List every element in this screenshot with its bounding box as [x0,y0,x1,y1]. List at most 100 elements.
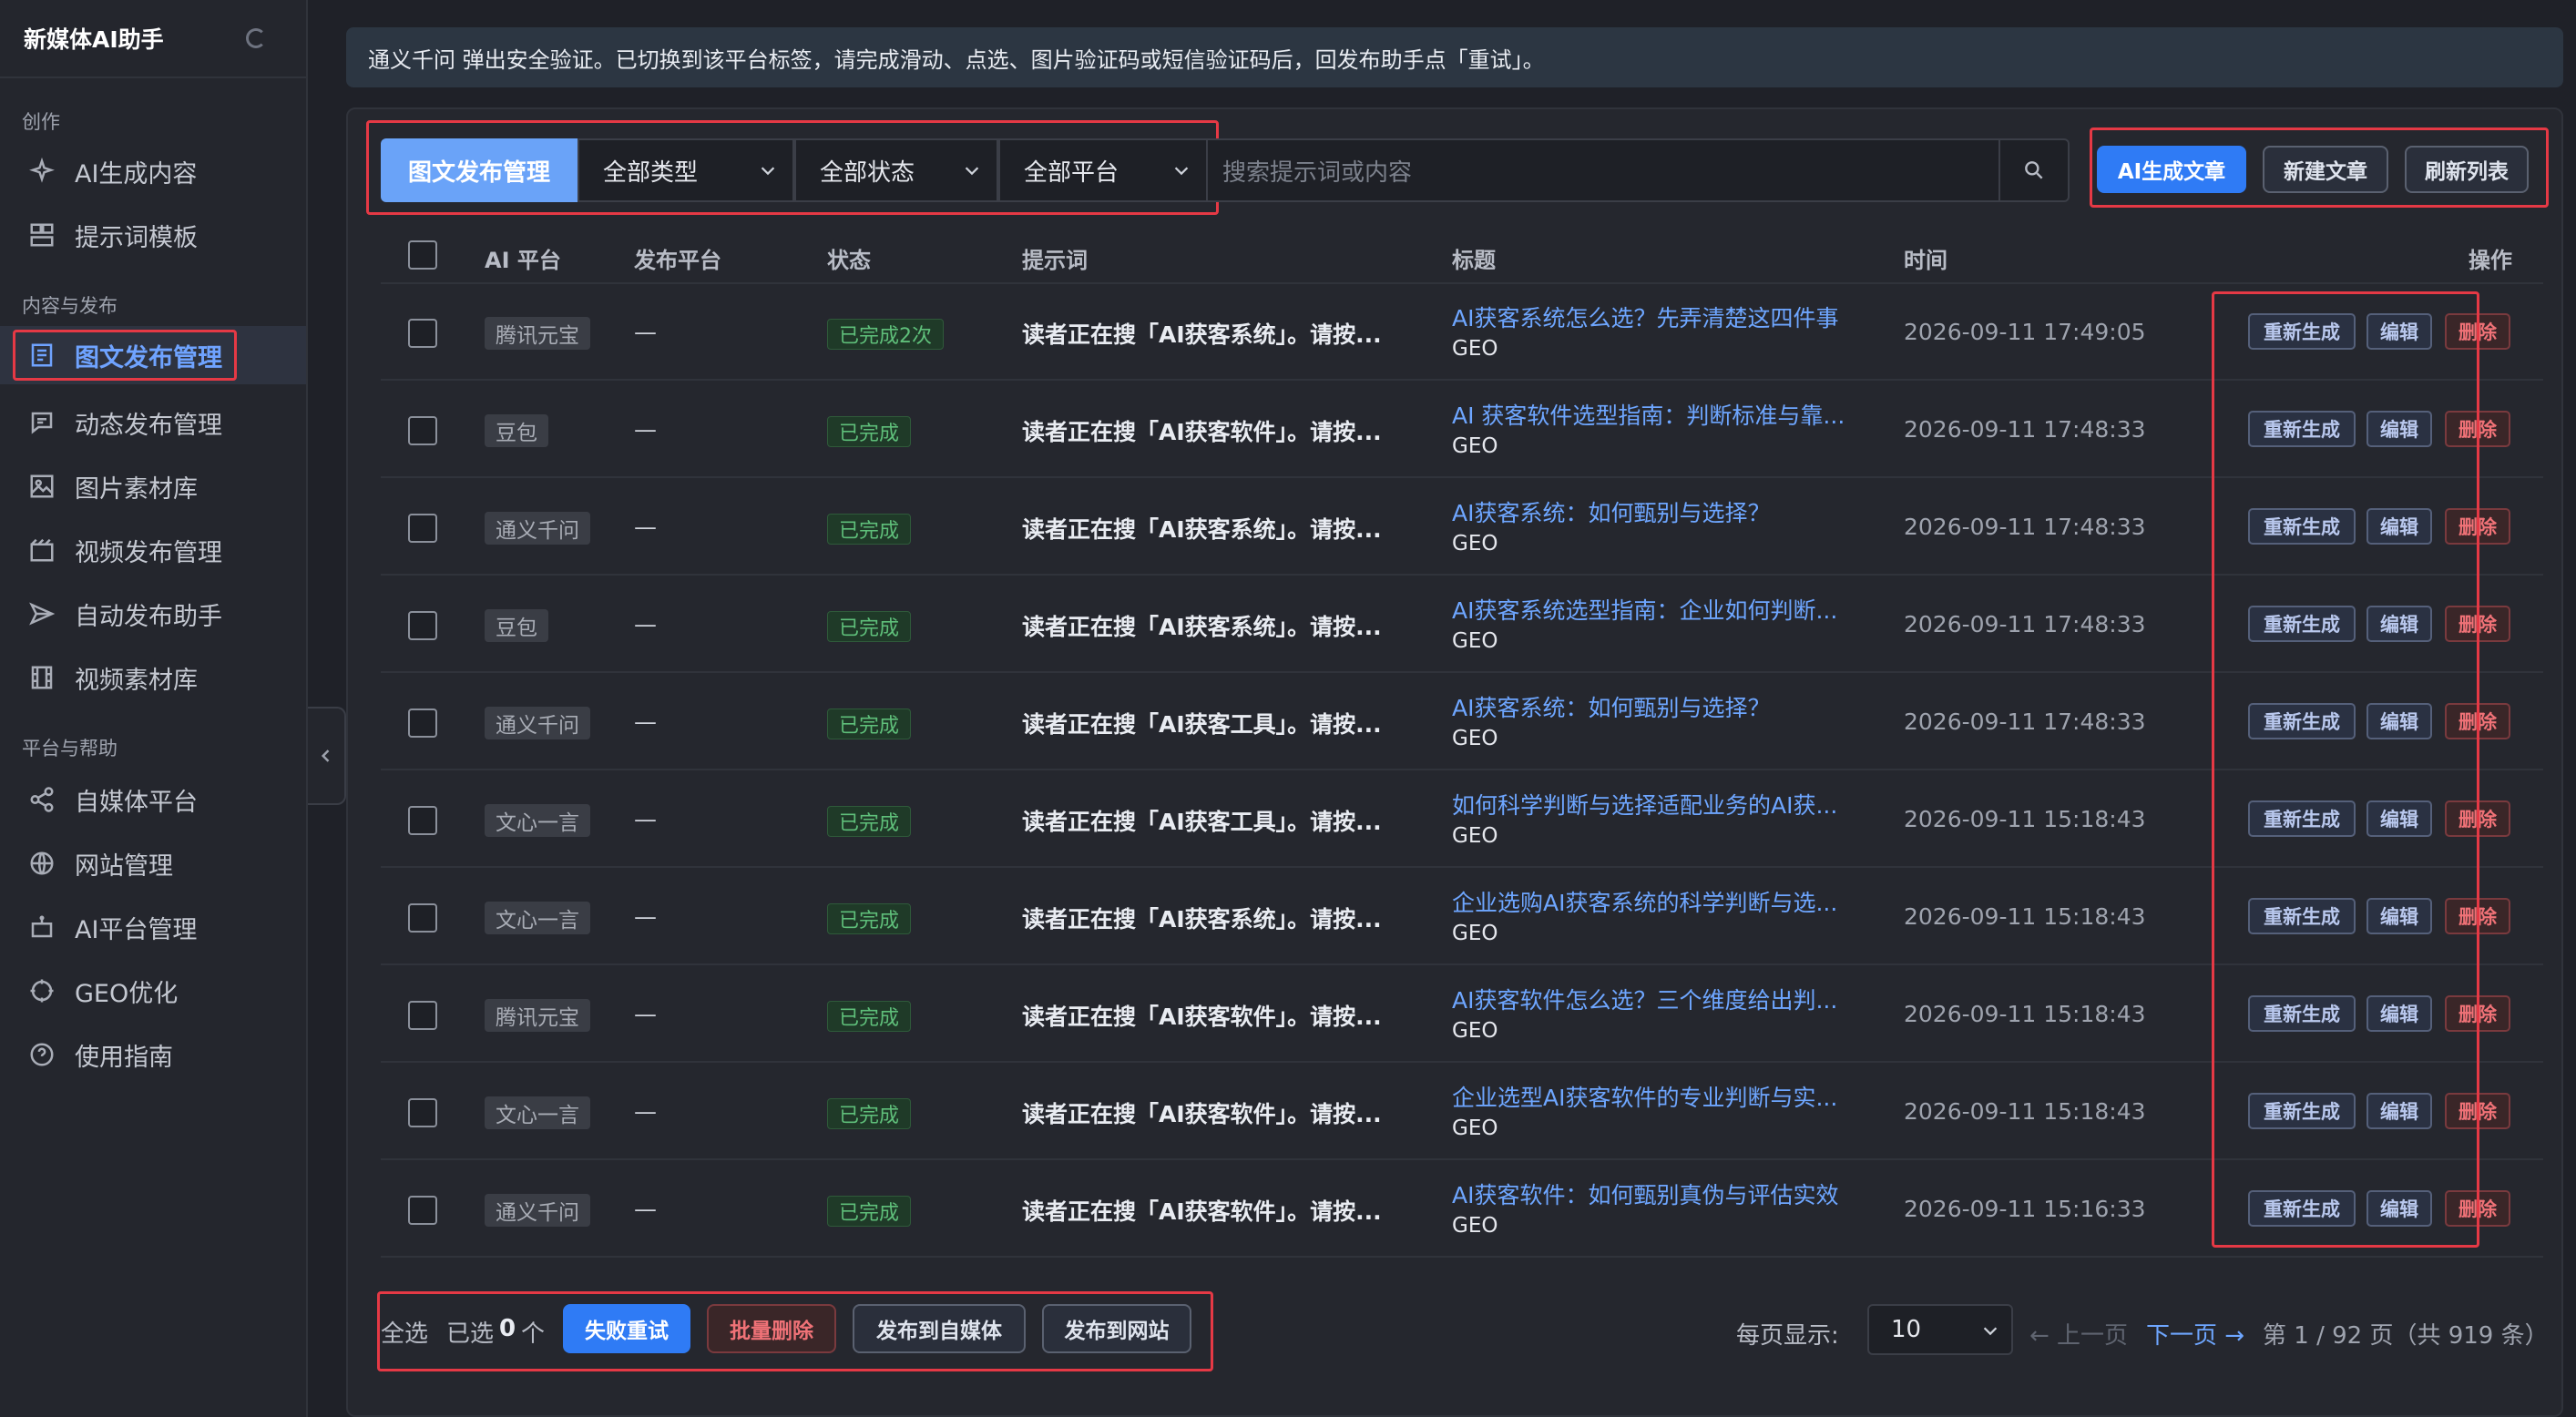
article-title-link[interactable]: AI获客系统：如何甄别与选择？ [1452,690,1770,723]
geo-tag: GEO [1452,629,1498,653]
article-title-link[interactable]: AI获客软件：如何甄别真伪与评估实效 [1452,1177,1838,1210]
delete-button[interactable]: 删除 [2445,313,2510,350]
delete-button[interactable]: 删除 [2445,508,2510,545]
geo-tag: GEO [1452,1019,1498,1043]
publish-to-site-button[interactable]: 发布到网站 [1042,1304,1191,1353]
prompt-cell: 读者正在搜「AI获客软件」。请按... [1022,1198,1382,1225]
per-page-select[interactable]: 10 [1867,1304,2013,1355]
status-select[interactable]: 全部状态 [794,138,998,202]
prev-page-button[interactable]: ← 上一页 [2029,1317,2128,1351]
article-title-link[interactable]: 如何科学判断与选择适配业务的AI获... [1452,788,1837,821]
batch-delete-button[interactable]: 批量删除 [707,1304,836,1353]
row-checkbox[interactable] [408,416,437,445]
select-all-checkbox[interactable] [408,240,437,270]
geo-tag: GEO [1452,1214,1498,1238]
regenerate-button[interactable]: 重新生成 [2248,1190,2356,1227]
edit-button[interactable]: 编辑 [2366,508,2432,545]
article-title-link[interactable]: AI获客软件怎么选？三个维度给出判... [1452,983,1837,1015]
regenerate-button[interactable]: 重新生成 [2248,995,2356,1032]
sidebar-item-video-publish[interactable]: 视频发布管理 [13,521,295,579]
prompt-cell: 读者正在搜「AI获客系统」。请按... [1022,614,1382,640]
edit-button[interactable]: 编辑 [2366,703,2432,739]
edit-button[interactable]: 编辑 [2366,313,2432,350]
sidebar-item-ai-platform[interactable]: AI平台管理 [13,898,295,956]
publish-to-media-button[interactable]: 发布到自媒体 [853,1304,1026,1353]
edit-button[interactable]: 编辑 [2366,1093,2432,1129]
row-checkbox[interactable] [408,708,437,738]
delete-button[interactable]: 删除 [2445,1093,2510,1129]
delete-button[interactable]: 删除 [2445,411,2510,447]
sidebar-item-ai-generate[interactable]: AI生成内容 [13,142,295,200]
notice-text: 通义千问 弹出安全验证。已切换到该平台标签，请完成滑动、点选、图片验证码或短信验… [368,46,1545,73]
delete-button[interactable]: 删除 [2445,703,2510,739]
edit-button[interactable]: 编辑 [2366,606,2432,642]
edit-button[interactable]: 编辑 [2366,411,2432,447]
select-all-label[interactable]: 全选 [381,1315,428,1349]
delete-button[interactable]: 删除 [2445,898,2510,934]
col-status: 状态 [827,248,871,273]
article-title-link[interactable]: AI获客系统：如何甄别与选择？ [1452,495,1770,528]
search-input[interactable]: 搜索提示词或内容 [1206,138,2000,202]
search-button[interactable] [2000,138,2070,202]
refresh-list-button[interactable]: 刷新列表 [2405,146,2529,193]
ai-generate-article-button[interactable]: AI生成文章 [2097,146,2246,193]
row-checkbox[interactable] [408,903,437,933]
delete-button[interactable]: 删除 [2445,606,2510,642]
sidebar-item-prompt-template[interactable]: 提示词模板 [13,206,295,264]
edit-button[interactable]: 编辑 [2366,800,2432,837]
delete-button[interactable]: 删除 [2445,995,2510,1032]
sidebar-item-auto-publish[interactable]: 自动发布助手 [13,585,295,643]
status-badge: 已完成 [827,514,912,545]
regenerate-button[interactable]: 重新生成 [2248,411,2356,447]
row-checkbox[interactable] [408,1098,437,1127]
sidebar-collapse-button[interactable] [308,707,346,805]
row-checkbox[interactable] [408,806,437,835]
sidebar-item-site-manage[interactable]: 网站管理 [13,834,295,892]
edit-button[interactable]: 编辑 [2366,1190,2432,1227]
regenerate-button[interactable]: 重新生成 [2248,800,2356,837]
sidebar-item-geo[interactable]: GEO优化 [13,962,295,1020]
article-title-link[interactable]: 企业选购AI获客系统的科学判断与选... [1452,885,1837,918]
sidebar-item-video-library[interactable]: 视频素材库 [13,648,295,707]
status-badge: 已完成 [827,416,912,447]
sidebar-item-media-platform[interactable]: 自媒体平台 [13,770,295,829]
sidebar-item-label: 提示词模板 [75,223,198,252]
article-title-link[interactable]: AI 获客软件选型指南：判断标准与靠... [1452,398,1845,431]
retry-failed-button[interactable]: 失败重试 [563,1304,690,1353]
row-checkbox[interactable] [408,319,437,348]
new-article-button[interactable]: 新建文章 [2263,146,2388,193]
chat-icon [27,408,56,437]
sidebar-item-dynamic-publish[interactable]: 动态发布管理 [13,393,295,452]
row-checkbox[interactable] [408,1001,437,1030]
sidebar-item-image-library[interactable]: 图片素材库 [13,457,295,515]
film-icon [27,663,56,692]
col-prompt: 提示词 [1022,248,1088,273]
regenerate-button[interactable]: 重新生成 [2248,313,2356,350]
edit-button[interactable]: 编辑 [2366,898,2432,934]
sidebar-item-article-publish[interactable]: 图文发布管理 [0,326,306,384]
article-title-link[interactable]: AI获客系统怎么选？先弄清楚这四件事 [1452,301,1838,333]
article-title-link[interactable]: AI获客系统选型指南：企业如何判断... [1452,593,1837,626]
platform-select[interactable]: 全部平台 [998,138,1208,202]
edit-button[interactable]: 编辑 [2366,995,2432,1032]
regenerate-button[interactable]: 重新生成 [2248,1093,2356,1129]
article-title-link[interactable]: 企业选型AI获客软件的专业判断与实... [1452,1080,1837,1113]
ai-platform-tag: 文心一言 [485,1096,590,1129]
table-row: 豆包 — 已完成 读者正在搜「AI获客软件」。请按... AI 获客软件选型指南：判断标… [381,382,2543,478]
button-label: 发布到自媒体 [876,1320,1002,1343]
col-ai-platform: AI 平台 [485,248,561,273]
sidebar-item-guide[interactable]: 使用指南 [13,1025,295,1084]
regenerate-button[interactable]: 重新生成 [2248,508,2356,545]
row-checkbox[interactable] [408,1196,437,1225]
regenerate-button[interactable]: 重新生成 [2248,606,2356,642]
type-select[interactable]: 全部类型 [578,138,794,202]
row-checkbox[interactable] [408,514,437,543]
regenerate-button[interactable]: 重新生成 [2248,898,2356,934]
tab-article-publish[interactable]: 图文发布管理 [381,138,578,202]
row-checkbox[interactable] [408,611,437,640]
regenerate-button[interactable]: 重新生成 [2248,703,2356,739]
delete-button[interactable]: 删除 [2445,800,2510,837]
delete-button[interactable]: 删除 [2445,1190,2510,1227]
status-badge: 已完成 [827,708,912,739]
next-page-button[interactable]: 下一页 → [2146,1317,2244,1351]
